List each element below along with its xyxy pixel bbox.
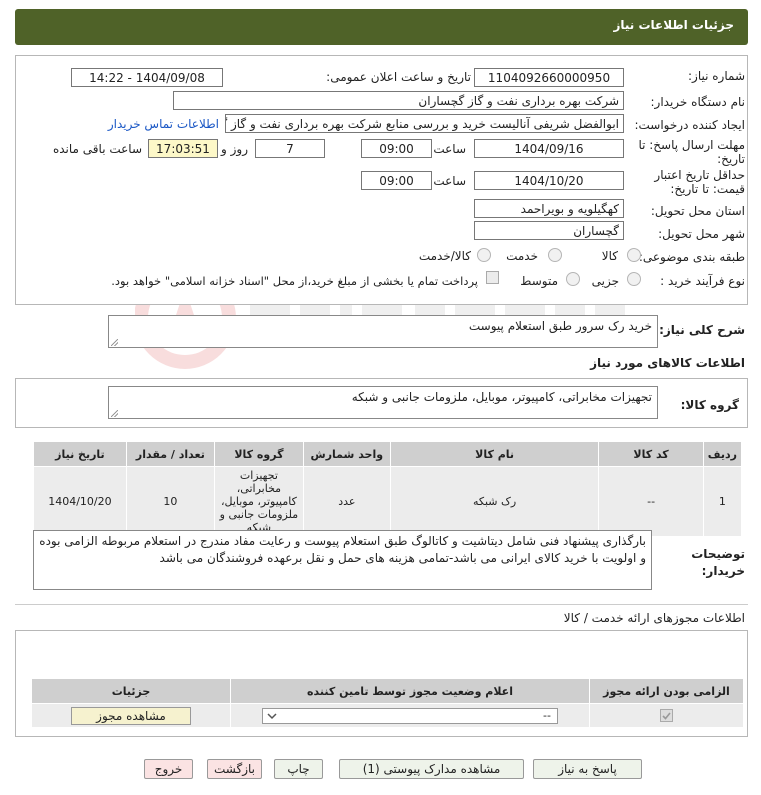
payment-note: پرداخت تمام یا بخشی از مبلغ خرید،از محل … bbox=[111, 274, 478, 288]
permit-status-select[interactable]: -- bbox=[262, 707, 558, 724]
col-name: نام کالا bbox=[389, 441, 600, 467]
reply-time-field: 09:00 bbox=[361, 139, 432, 158]
validity-label-2: قیمت: تا تاریخ: bbox=[670, 182, 745, 196]
goods-info-title: اطلاعات کالاهای مورد نیاز bbox=[590, 356, 745, 370]
goods-group-label: گروه کالا: bbox=[680, 398, 739, 412]
validity-date-field: 1404/10/20 bbox=[474, 171, 624, 190]
table-row: -- مشاهده مجوز bbox=[31, 703, 744, 728]
city-field: گچساران bbox=[474, 221, 624, 240]
cell-permit-required bbox=[589, 703, 744, 728]
announce-label: تاریخ و ساعت اعلان عمومی: bbox=[326, 70, 471, 84]
general-desc-field: خرید رک سرور طبق استعلام پیوست bbox=[108, 315, 658, 348]
col-group: گروه کالا bbox=[213, 441, 304, 467]
goods-group-text: تجهیزات مخابراتی، کامپیوتر، موبایل، ملزو… bbox=[351, 390, 652, 404]
process-medium-radio[interactable] bbox=[566, 272, 580, 286]
reply-deadline-label-2: تاریخ: bbox=[717, 152, 745, 166]
need-number-label: شماره نیاز: bbox=[688, 69, 745, 83]
resize-grip-icon[interactable] bbox=[111, 339, 118, 346]
category-service-radio[interactable] bbox=[548, 248, 562, 262]
reply-button[interactable]: پاسخ به نیاز bbox=[533, 759, 642, 779]
select-value: -- bbox=[543, 708, 551, 722]
category-both-label: کالا/خدمت bbox=[418, 249, 471, 263]
permits-title: اطلاعات مجوزهای ارائه خدمت / کالا bbox=[563, 611, 745, 625]
validity-label: حداقل تاریخ اعتبار bbox=[654, 168, 745, 182]
days-label: روز و bbox=[221, 142, 248, 156]
items-table: ردیف کد کالا نام کالا واحد شمارش گروه کا… bbox=[33, 441, 743, 537]
process-medium-label: متوسط bbox=[520, 274, 558, 288]
divider bbox=[15, 604, 748, 605]
remaining-label: ساعت باقی مانده bbox=[52, 142, 142, 156]
treasury-checkbox[interactable] bbox=[486, 271, 499, 284]
reply-date-field: 1404/09/16 bbox=[474, 139, 624, 158]
resize-grip-icon[interactable] bbox=[111, 410, 118, 417]
buyer-notes-label: توضیحات خریدار: bbox=[691, 547, 745, 578]
page-title: جزئیات اطلاعات نیاز bbox=[613, 18, 734, 32]
permits-table: الزامی بودن ارائه مجوز اعلام وضعیت مجوز … bbox=[31, 678, 744, 728]
table-row: 1 -- رک شبکه عدد تجهیزات مخابراتی، کامپی… bbox=[33, 466, 743, 537]
col-code: کد کالا bbox=[598, 441, 704, 467]
province-field: کهگیلویه و بویراحمد bbox=[474, 199, 624, 218]
permits-table-header: الزامی بودن ارائه مجوز اعلام وضعیت مجوز … bbox=[31, 678, 744, 704]
cell-unit: عدد bbox=[302, 466, 391, 537]
cell-group: تجهیزات مخابراتی، کامپیوتر، موبایل، ملزو… bbox=[213, 466, 304, 537]
col-qty: تعداد / مقدار bbox=[125, 441, 215, 467]
buyer-org-label: نام دستگاه خریدار: bbox=[650, 95, 746, 109]
cell-name: رک شبکه bbox=[389, 466, 600, 537]
reply-time-label: ساعت bbox=[433, 142, 466, 156]
exit-button[interactable]: خروج bbox=[144, 759, 193, 779]
province-label: استان محل تحویل: bbox=[650, 204, 745, 218]
buyer-notes-text: بارگذاری پیشنهاد فنی شامل دیتاشیت و کاتا… bbox=[39, 534, 646, 565]
cell-row: 1 bbox=[702, 466, 743, 537]
col-unit: واحد شمارش bbox=[302, 441, 391, 467]
cell-permit-details: مشاهده مجوز bbox=[31, 703, 231, 728]
cell-qty: 10 bbox=[125, 466, 215, 537]
days-field: 7 bbox=[255, 139, 325, 158]
chevron-down-icon bbox=[267, 712, 277, 719]
category-goods-radio[interactable] bbox=[627, 248, 641, 262]
back-button[interactable]: بازگشت bbox=[207, 759, 262, 779]
buyer-notes-field: بارگذاری پیشنهاد فنی شامل دیتاشیت و کاتا… bbox=[33, 530, 652, 590]
category-service-label: خدمت bbox=[506, 249, 538, 263]
reply-deadline-label: مهلت ارسال پاسخ: تا bbox=[638, 138, 745, 152]
view-permit-button[interactable]: مشاهده مجوز bbox=[71, 706, 191, 725]
category-goods-label: کالا bbox=[601, 249, 618, 263]
general-desc-label: شرح کلی نیاز: bbox=[659, 323, 745, 337]
process-label: نوع فرآیند خرید : bbox=[660, 274, 745, 288]
need-number-field: 1104092660000950 bbox=[474, 68, 624, 87]
creator-field: ابوالفضل شریفی آنالیست خرید و بررسی مناب… bbox=[225, 114, 624, 133]
goods-group-field: تجهیزات مخابراتی، کامپیوتر، موبایل، ملزو… bbox=[108, 386, 658, 419]
creator-label: ایجاد کننده درخواست: bbox=[634, 118, 745, 132]
header-bar: جزئیات اطلاعات نیاز bbox=[15, 9, 748, 45]
announce-field: 1404/09/08 - 14:22 bbox=[71, 68, 223, 87]
category-label: طبقه بندی موضوعی: bbox=[638, 250, 745, 264]
remaining-time-field: 17:03:51 bbox=[148, 139, 218, 158]
city-label: شهر محل تحویل: bbox=[658, 227, 745, 241]
category-both-radio[interactable] bbox=[477, 248, 491, 262]
permit-required-checkbox bbox=[660, 709, 673, 723]
validity-time-label: ساعت bbox=[433, 174, 466, 188]
col-permit-status: اعلام وضعیت مجوز توسط تامین کننده bbox=[230, 678, 590, 704]
view-docs-button[interactable]: مشاهده مدارک پیوستی (1) bbox=[339, 759, 524, 779]
cell-date: 1404/10/20 bbox=[33, 466, 127, 537]
col-row: ردیف bbox=[702, 441, 743, 467]
print-button[interactable]: چاپ bbox=[274, 759, 323, 779]
items-table-header: ردیف کد کالا نام کالا واحد شمارش گروه کا… bbox=[33, 441, 743, 467]
col-permit-required: الزامی بودن ارائه مجوز bbox=[589, 678, 744, 704]
cell-permit-status: -- bbox=[230, 703, 590, 728]
contact-buyer-link[interactable]: اطلاعات تماس خریدار bbox=[108, 117, 219, 131]
col-permit-details: جزئیات bbox=[31, 678, 231, 704]
process-minor-radio[interactable] bbox=[627, 272, 641, 286]
process-minor-label: جزیی bbox=[591, 274, 619, 288]
validity-time-field: 09:00 bbox=[361, 171, 432, 190]
cell-code: -- bbox=[598, 466, 704, 537]
col-date: تاریخ نیاز bbox=[33, 441, 127, 467]
buyer-org-field: شرکت بهره برداری نفت و گاز گچساران bbox=[173, 91, 624, 110]
general-desc-text: خرید رک سرور طبق استعلام پیوست bbox=[468, 319, 652, 333]
check-icon bbox=[662, 712, 671, 720]
